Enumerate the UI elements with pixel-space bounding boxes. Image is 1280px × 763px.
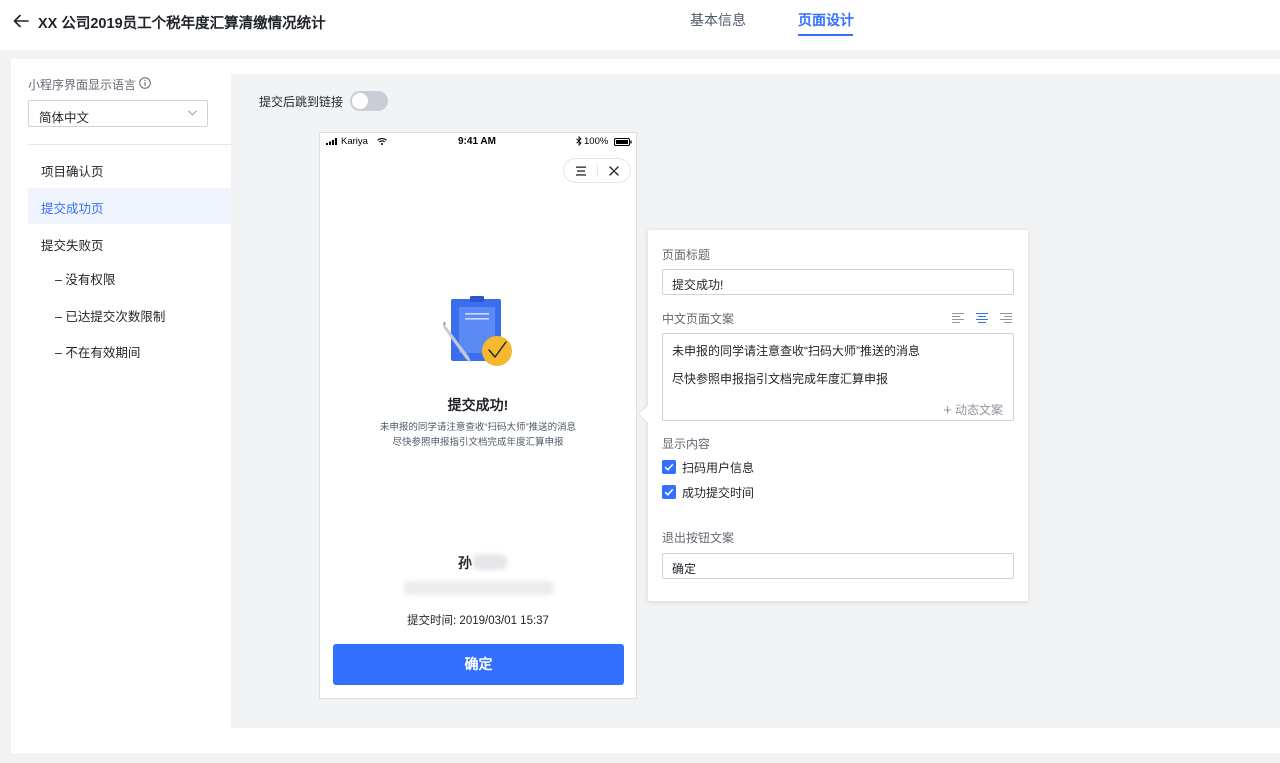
bluetooth-icon xyxy=(576,136,582,146)
language-label: 小程序界面显示语言 xyxy=(28,78,137,92)
carrier-name: Kariya xyxy=(341,136,368,147)
page-text-label: 中文页面文案 xyxy=(662,312,735,326)
sidebar-item-label: 提交失败页 xyxy=(41,239,104,253)
align-right-icon[interactable] xyxy=(1000,313,1012,323)
submit-time: 提交时间: 2019/03/01 15:37 xyxy=(407,615,549,627)
add-dynamic-text-button[interactable]: + 动态文案 xyxy=(943,401,1003,419)
sidebar-item-submit-failure[interactable]: 提交失败页 xyxy=(28,225,231,261)
sidebar-item-label: 提交成功页 xyxy=(41,202,104,216)
mini-program-capsule xyxy=(563,158,631,183)
success-description-line: 未申报的同学请注意查收“扫码大师”推送的消息 xyxy=(379,422,577,433)
sidebar-item-label: 项目确认页 xyxy=(41,165,104,179)
signal-icon xyxy=(326,138,337,145)
sidebar-item-label: – 没有权限 xyxy=(55,273,116,287)
menu-icon[interactable] xyxy=(575,165,587,177)
checkbox-checked-icon xyxy=(662,485,676,499)
battery-icon xyxy=(614,138,632,146)
success-title: 提交成功! xyxy=(447,397,509,413)
page-title-input[interactable]: 提交成功! xyxy=(662,269,1014,295)
checkbox-checked-icon xyxy=(662,460,676,474)
active-tab-indicator xyxy=(798,34,853,36)
status-bar: Kariya 9:41 AM 100% xyxy=(320,133,636,151)
confirm-button[interactable]: 确定 xyxy=(333,644,624,685)
plus-icon: + xyxy=(943,402,952,419)
page-text-editor[interactable]: 未申报的同学请注意查收“扫码大师”推送的消息 尽快参照申报指引文档完成年度汇算申… xyxy=(662,333,1014,421)
properties-panel: 页面标题 提交成功! 中文页面文案 未申报的同学请注意查收“扫码大师”推送的消息… xyxy=(639,230,1028,601)
success-description-line: 尽快参照申报指引文档完成年度汇算申报 xyxy=(392,437,564,448)
top-bar: XX 公司2019员工个税年度汇算清缴情况统计 基本信息 页面设计 xyxy=(0,0,1280,50)
page-title-label: 页面标题 xyxy=(662,248,711,262)
wifi-icon xyxy=(377,138,387,145)
sidebar-item-project-confirm[interactable]: 项目确认页 xyxy=(28,151,231,187)
dynamic-text-label: 动态文案 xyxy=(954,403,1003,417)
sidebar-item-label: – 已达提交次数限制 xyxy=(55,310,166,324)
phone-preview: Kariya 9:41 AM 100% 提交成功! 未申报的同学请注意查收“扫码… xyxy=(319,132,637,699)
page-title: XX 公司2019员工个税年度汇算清缴情况统计 xyxy=(38,16,326,32)
main-content: 小程序界面显示语言 简体中文 项目确认页 提交成功页 提交失败页 – 没有权限 … xyxy=(11,59,1280,753)
redirect-toggle-label: 提交后跳到链接 xyxy=(259,95,344,109)
design-canvas: 提交后跳到链接 Kariya 9:41 AM 100% 提交成功! 未申报的同学… xyxy=(231,74,1280,728)
language-select-value: 简体中文 xyxy=(39,111,90,125)
sidebar: 小程序界面显示语言 简体中文 项目确认页 提交成功页 提交失败页 – 没有权限 … xyxy=(11,59,231,727)
sidebar-item-label: – 不在有效期间 xyxy=(55,346,141,360)
battery-percent: 100% xyxy=(584,136,609,147)
toggle-knob xyxy=(352,93,368,109)
sidebar-item-no-permission[interactable]: – 没有权限 xyxy=(28,259,231,295)
user-name: 孙 xyxy=(458,555,472,571)
back-arrow-icon[interactable] xyxy=(11,11,31,31)
blurred-user-info xyxy=(404,581,554,595)
exit-button-text-label: 退出按钮文案 xyxy=(662,531,735,545)
page-text-line: 未申报的同学请注意查收“扫码大师”推送的消息 xyxy=(672,344,920,358)
status-time: 9:41 AM xyxy=(458,136,496,147)
redirect-toggle[interactable] xyxy=(350,91,388,111)
blurred-user-name xyxy=(473,554,507,570)
checkbox-label: 扫码用户信息 xyxy=(682,461,755,475)
info-icon[interactable] xyxy=(139,77,151,89)
align-left-icon[interactable] xyxy=(952,313,964,323)
tab-basic-info[interactable]: 基本信息 xyxy=(690,10,746,30)
close-icon[interactable] xyxy=(608,165,620,177)
align-center-icon[interactable] xyxy=(976,313,988,323)
success-illustration-icon xyxy=(443,296,512,366)
panel-pointer xyxy=(639,405,657,423)
capsule-divider xyxy=(597,165,598,177)
sidebar-item-submit-success[interactable]: 提交成功页 xyxy=(28,188,231,224)
exit-button-text-input[interactable]: 确定 xyxy=(662,553,1014,579)
display-content-label: 显示内容 xyxy=(662,437,711,451)
chevron-down-icon xyxy=(188,110,197,116)
language-select[interactable]: 简体中文 xyxy=(28,100,208,127)
tab-page-design[interactable]: 页面设计 xyxy=(798,10,854,30)
sidebar-item-submit-limit[interactable]: – 已达提交次数限制 xyxy=(28,296,231,332)
checkbox-label: 成功提交时间 xyxy=(682,486,755,500)
page-text-line: 尽快参照申报指引文档完成年度汇算申报 xyxy=(672,372,889,386)
sidebar-item-out-of-period[interactable]: – 不在有效期间 xyxy=(28,332,231,368)
sidebar-divider xyxy=(28,144,231,145)
